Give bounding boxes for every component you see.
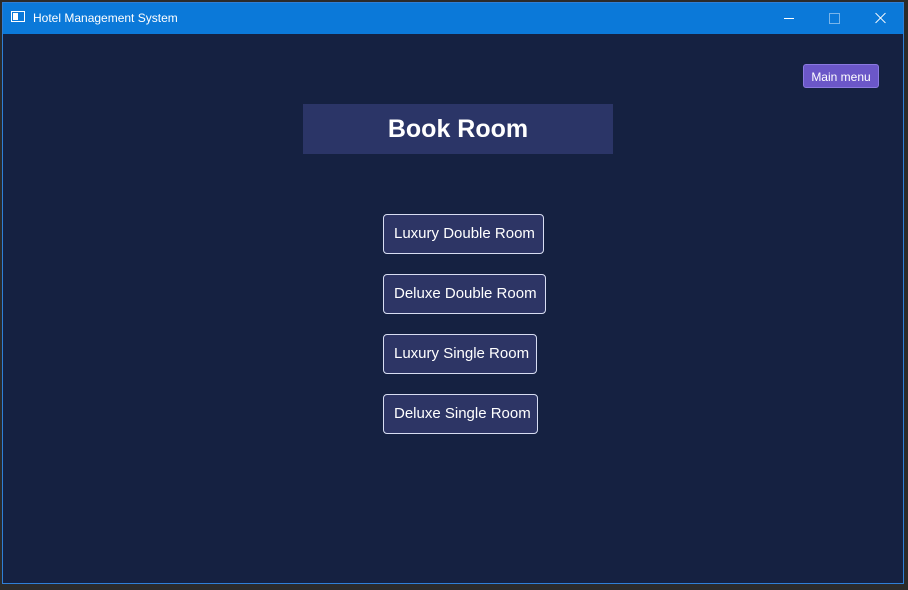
deluxe-double-room-button[interactable]: Deluxe Double Room	[383, 274, 546, 314]
close-icon[interactable]	[857, 3, 903, 34]
page-title-panel: Book Room	[303, 104, 613, 154]
app-icon	[11, 11, 25, 22]
minimize-icon[interactable]	[765, 3, 811, 34]
maximize-icon[interactable]	[811, 3, 857, 34]
luxury-double-room-button[interactable]: Luxury Double Room	[383, 214, 544, 254]
book-room-content: Main menu Book Room Luxury Double Room D…	[3, 34, 903, 584]
deluxe-single-room-button[interactable]: Deluxe Single Room	[383, 394, 538, 434]
window-title: Hotel Management System	[33, 11, 178, 25]
page-title: Book Room	[387, 115, 529, 143]
title-bar[interactable]: Hotel Management System	[3, 3, 903, 34]
luxury-single-room-button[interactable]: Luxury Single Room	[383, 334, 537, 374]
hotel-management-window: Hotel Management System Main menu Book R…	[2, 2, 904, 584]
main-menu-button[interactable]: Main menu	[803, 64, 879, 88]
